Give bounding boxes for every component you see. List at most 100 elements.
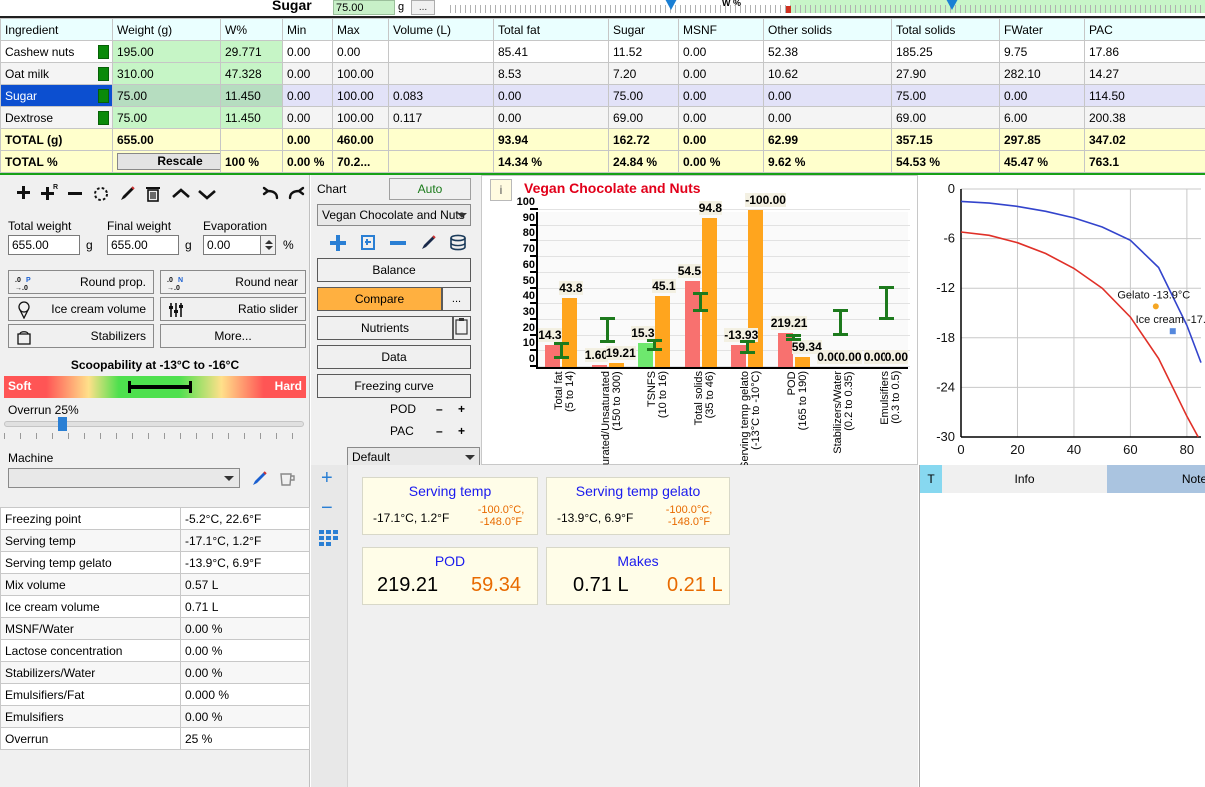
remove-icon[interactable] bbox=[62, 181, 88, 207]
nutrients-button[interactable]: Nutrients bbox=[317, 316, 453, 340]
edit-icon[interactable] bbox=[114, 181, 140, 207]
selected-ingredient-more-button[interactable]: ... bbox=[411, 0, 435, 15]
col-volume[interactable]: Volume (L) bbox=[388, 18, 494, 41]
cell-volume[interactable]: 0.117 bbox=[388, 106, 494, 129]
wpct-slider-thumb-right[interactable] bbox=[946, 0, 959, 12]
cell-min[interactable]: 0.00 bbox=[282, 84, 333, 107]
cell-min[interactable]: 0.00 bbox=[282, 106, 333, 129]
cell-volume[interactable]: 0.083 bbox=[388, 84, 494, 107]
col-weight[interactable]: Weight (g) bbox=[112, 18, 221, 41]
add-icon[interactable] bbox=[325, 230, 351, 256]
cell-weight[interactable]: 75.00 bbox=[112, 106, 221, 129]
overrun-slider-thumb[interactable] bbox=[58, 417, 67, 431]
freezing-curve-button[interactable]: Freezing curve bbox=[317, 374, 471, 398]
card-makes[interactable]: Makes 0.71 L 0.21 L bbox=[546, 547, 730, 605]
ingredient-grid[interactable]: Ingredient Weight (g) W% Min Max Volume … bbox=[0, 16, 1205, 175]
round-prop-button[interactable]: .0 P →.0 Round prop. bbox=[8, 270, 154, 294]
database-icon[interactable] bbox=[445, 230, 471, 256]
evaporation-spinner[interactable] bbox=[260, 235, 276, 255]
col-ingredient[interactable]: Ingredient bbox=[0, 18, 113, 41]
compare-more-button[interactable]: ... bbox=[442, 287, 471, 311]
cell-max[interactable]: 0.00 bbox=[332, 40, 389, 63]
data-button[interactable]: Data bbox=[317, 345, 471, 369]
nutrients-clipboard-icon[interactable] bbox=[453, 316, 471, 340]
note-content[interactable] bbox=[920, 494, 1205, 787]
edit-icon[interactable] bbox=[415, 230, 441, 256]
cell-volume[interactable] bbox=[388, 62, 494, 85]
refresh-icon[interactable] bbox=[88, 181, 114, 207]
cell-volume[interactable] bbox=[388, 40, 494, 63]
col-min[interactable]: Min bbox=[282, 18, 333, 41]
cell-wpct[interactable]: 29.771 bbox=[220, 40, 283, 63]
col-fwater[interactable]: FWater bbox=[999, 18, 1085, 41]
ice-cream-volume-button[interactable]: Ice cream volume bbox=[8, 297, 154, 321]
col-pac[interactable]: PAC bbox=[1084, 18, 1205, 41]
cell-ingredient[interactable]: Sugar bbox=[0, 84, 113, 107]
undo-icon[interactable] bbox=[258, 181, 284, 207]
stabilizers-button[interactable]: Stabilizers bbox=[8, 324, 154, 348]
color-swatch-icon[interactable] bbox=[98, 67, 109, 81]
table-row-selected[interactable]: Sugar 75.00 11.450 0.00 100.00 0.083 0.0… bbox=[0, 84, 1205, 107]
machine-select[interactable] bbox=[8, 468, 240, 488]
col-wpct[interactable]: W% bbox=[220, 18, 283, 41]
col-total-solids[interactable]: Total solids bbox=[891, 18, 1000, 41]
card-pod[interactable]: POD 219.21 59.34 bbox=[362, 547, 538, 605]
col-other-solids[interactable]: Other solids bbox=[763, 18, 892, 41]
remove-card-icon[interactable]: − bbox=[321, 497, 333, 520]
auto-button[interactable]: Auto bbox=[389, 178, 471, 200]
color-swatch-icon[interactable] bbox=[98, 111, 109, 125]
tab-text[interactable]: T bbox=[920, 465, 942, 493]
col-msnf[interactable]: MSNF bbox=[678, 18, 764, 41]
move-down-icon[interactable] bbox=[194, 181, 220, 207]
redo-icon[interactable] bbox=[284, 181, 310, 207]
table-row[interactable]: Oat milk 310.00 47.328 0.00 100.00 8.53 … bbox=[0, 62, 1205, 85]
recipe-select[interactable]: Vegan Chocolate and Nuts bbox=[317, 204, 471, 226]
cell-wpct[interactable]: 47.328 bbox=[220, 62, 283, 85]
duplicate-icon[interactable] bbox=[355, 230, 381, 256]
selected-ingredient-value[interactable]: 75.00 bbox=[333, 0, 395, 15]
cell-ingredient[interactable]: Dextrose bbox=[0, 106, 113, 129]
more-button[interactable]: More... bbox=[160, 324, 306, 348]
cell-weight[interactable]: 75.00 bbox=[112, 84, 221, 107]
pac-plus-button[interactable]: + bbox=[458, 424, 465, 438]
cell-wpct[interactable]: 11.450 bbox=[220, 84, 283, 107]
cell-min[interactable]: 0.00 bbox=[282, 62, 333, 85]
cell-weight[interactable]: 195.00 bbox=[112, 40, 221, 63]
add-recipe-icon[interactable]: R bbox=[36, 181, 62, 207]
cell-weight[interactable]: 310.00 bbox=[112, 62, 221, 85]
cell-ingredient[interactable]: Oat milk bbox=[0, 62, 113, 85]
grid-layout-icon[interactable] bbox=[319, 530, 341, 551]
cell-max[interactable]: 100.00 bbox=[332, 62, 389, 85]
round-near-button[interactable]: .0 N →.0 Round near bbox=[160, 270, 306, 294]
cell-max[interactable]: 100.00 bbox=[332, 106, 389, 129]
tab-info[interactable]: Info bbox=[942, 465, 1107, 493]
delete-icon[interactable] bbox=[140, 181, 166, 207]
cell-max[interactable]: 100.00 bbox=[332, 84, 389, 107]
cell-wpct[interactable]: 11.450 bbox=[220, 106, 283, 129]
col-max[interactable]: Max bbox=[332, 18, 389, 41]
ratio-slider-button[interactable]: Ratio slider bbox=[160, 297, 306, 321]
chart-info-button[interactable]: i bbox=[490, 179, 512, 201]
card-serving-temp-gelato[interactable]: Serving temp gelato -13.9°C, 6.9°F -100.… bbox=[546, 477, 730, 535]
pod-plus-button[interactable]: + bbox=[458, 402, 465, 416]
overrun-slider-track[interactable] bbox=[4, 421, 304, 427]
pod-minus-button[interactable]: – bbox=[436, 402, 443, 416]
total-weight-input[interactable]: 655.00 bbox=[8, 235, 80, 255]
machine-container-icon[interactable] bbox=[274, 466, 300, 492]
table-row[interactable]: Dextrose 75.00 11.450 0.00 100.00 0.117 … bbox=[0, 106, 1205, 129]
color-swatch-icon[interactable] bbox=[98, 89, 109, 103]
balance-button[interactable]: Balance bbox=[317, 258, 471, 282]
remove-icon[interactable] bbox=[385, 230, 411, 256]
col-sugar[interactable]: Sugar bbox=[608, 18, 679, 41]
final-weight-input[interactable]: 655.00 bbox=[107, 235, 179, 255]
pac-minus-button[interactable]: – bbox=[436, 424, 443, 438]
cell-min[interactable]: 0.00 bbox=[282, 40, 333, 63]
color-swatch-icon[interactable] bbox=[98, 45, 109, 59]
col-total-fat[interactable]: Total fat bbox=[493, 18, 609, 41]
tab-note[interactable]: Note bbox=[1107, 465, 1205, 493]
cell-rescale[interactable]: Rescale bbox=[112, 150, 221, 173]
cell-ingredient[interactable]: Cashew nuts bbox=[0, 40, 113, 63]
add-card-icon[interactable]: + bbox=[321, 467, 333, 490]
move-up-icon[interactable] bbox=[168, 181, 194, 207]
card-serving-temp[interactable]: Serving temp -17.1°C, 1.2°F -100.0°C, -1… bbox=[362, 477, 538, 535]
